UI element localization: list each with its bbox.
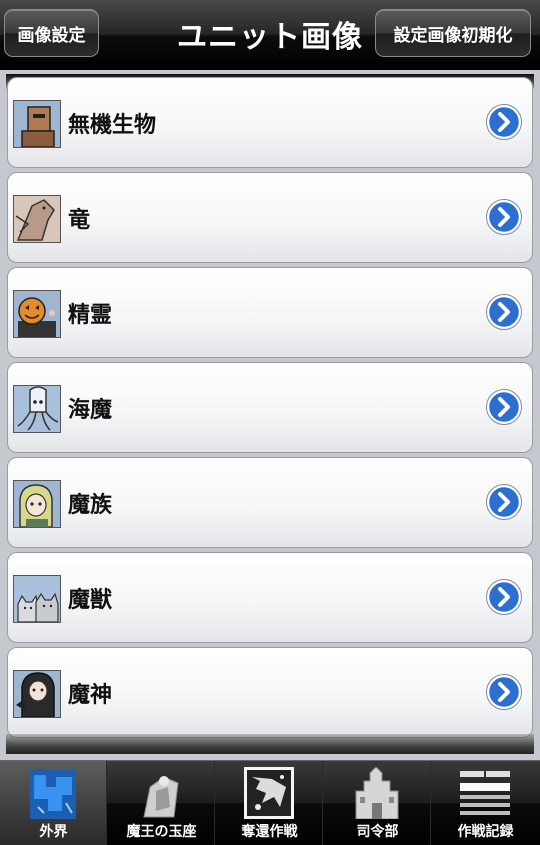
golem-icon xyxy=(13,100,61,148)
tab-label: 司令部 xyxy=(356,824,399,840)
list-item-sea-demon[interactable]: 海魔 xyxy=(7,362,533,453)
item-label: 精霊 xyxy=(68,302,113,328)
tab-label: 魔王の玉座 xyxy=(126,824,197,840)
page-title: ユニット画像 xyxy=(177,20,363,55)
reset-images-button[interactable]: 設定画像初期化 xyxy=(375,9,531,57)
chevron-right-icon[interactable] xyxy=(486,199,522,235)
item-label: 海魔 xyxy=(68,397,113,423)
item-label: 魔獣 xyxy=(68,587,113,613)
nav-bar: 画像設定 ユニット画像 設定画像初期化 xyxy=(0,0,540,71)
list-item-dragon[interactable]: 竜 xyxy=(7,172,533,263)
pumpkin-icon xyxy=(13,290,61,338)
tab-headquarters[interactable]: 司令部 xyxy=(324,761,431,845)
outer-world-icon xyxy=(30,769,76,819)
tab-recapture[interactable]: 奪還作戦 xyxy=(216,761,323,845)
item-label: 魔族 xyxy=(68,492,113,518)
chevron-right-icon[interactable] xyxy=(486,484,522,520)
chevron-right-icon[interactable] xyxy=(486,674,522,710)
list-item-demon-race[interactable]: 魔族 xyxy=(7,457,533,548)
tab-label: 作戦記録 xyxy=(457,824,514,840)
chevron-right-icon[interactable] xyxy=(486,389,522,425)
list-item-inorganic[interactable]: 無機生物 xyxy=(7,77,533,168)
cats-icon xyxy=(13,575,61,623)
tab-label: 奪還作戦 xyxy=(241,824,298,840)
list-item-spirit[interactable]: 精霊 xyxy=(7,267,533,358)
records-icon xyxy=(460,771,510,815)
chevron-right-icon[interactable] xyxy=(486,104,522,140)
image-settings-button[interactable]: 画像設定 xyxy=(4,9,99,57)
list-item-beast[interactable]: 魔獣 xyxy=(7,552,533,643)
unit-category-list: 無機生物 竜 精霊 海魔 魔族 魔獣 魔神 xyxy=(0,70,540,760)
tab-label: 外界 xyxy=(39,824,68,840)
tab-records[interactable]: 作戦記録 xyxy=(432,761,539,845)
tab-bar: 外界 魔王の玉座 奪還作戦 司令部 作戦記録 xyxy=(0,760,540,845)
item-label: 無機生物 xyxy=(68,112,157,138)
throne-icon xyxy=(143,776,179,818)
list-bottom-shadow xyxy=(6,734,534,754)
tab-outer-world[interactable]: 外界 xyxy=(0,761,107,845)
chevron-right-icon[interactable] xyxy=(486,294,522,330)
recapture-map-icon xyxy=(244,767,294,819)
headquarters-icon xyxy=(355,767,399,819)
squid-icon xyxy=(13,385,61,433)
chevron-right-icon[interactable] xyxy=(486,579,522,615)
item-label: 竜 xyxy=(68,207,91,233)
dragon-icon xyxy=(13,195,61,243)
item-label: 魔神 xyxy=(68,682,113,708)
demon-girl-icon xyxy=(13,480,61,528)
tab-throne[interactable]: 魔王の玉座 xyxy=(108,761,215,845)
dark-goddess-icon xyxy=(13,670,61,718)
list-item-demon-god[interactable]: 魔神 xyxy=(7,647,533,738)
